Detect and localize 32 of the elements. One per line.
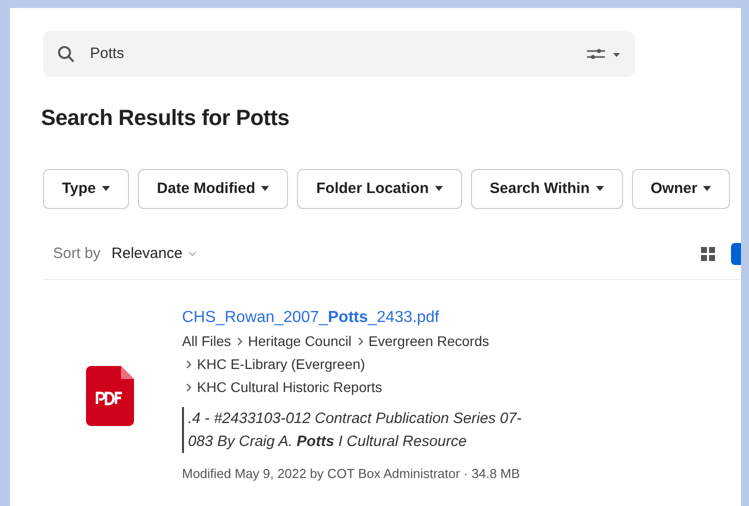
search-input-field[interactable]: Potts [88,42,587,66]
filter-options-icon[interactable] [587,48,621,60]
file-meta: Modified May 9, 2022 by COT Box Administrator · 34.8 MB [182,465,521,483]
sort-dropdown[interactable]: Relevance [112,242,198,266]
breadcrumb-link[interactable]: All Files [182,330,232,353]
search-icon [57,45,75,63]
caret-icon [434,186,443,192]
breadcrumb-link[interactable]: Heritage Council [248,330,352,353]
search-snippet: .4 - #2433103-012 Contract Publication Series 07-083 By Craig A. Potts I Cultural Resource [182,407,527,453]
caret-icon [102,186,110,192]
search-bar[interactable]: Potts [43,31,635,77]
list-view-toggle[interactable] [731,243,741,265]
chevron-icon [186,360,192,369]
filter-dropdown[interactable]: Search Within [470,169,623,209]
chevron-icon [237,337,244,346]
sort-label: Sort by [53,244,101,264]
page-title: Search Results for Potts [41,104,290,132]
chevron-icon [186,383,192,392]
filter-dropdown[interactable]: Date Modified [138,169,288,209]
caret-icon [596,186,604,192]
grid-view-icon[interactable] [701,247,715,261]
caret-icon [703,186,712,192]
breadcrumb-link[interactable]: KHC E-Library (Evergreen) [197,353,366,376]
chevron-down-icon [188,250,198,257]
breadcrumb-link[interactable]: KHC Cultural Historic Reports [197,376,382,399]
filter-dropdown[interactable]: Owner [632,169,730,209]
caret-icon [261,186,270,192]
chevron-icon [358,337,364,346]
filter-dropdown[interactable]: Folder Location [297,169,462,209]
filter-dropdown[interactable]: Type [43,169,129,209]
breadcrumb-link[interactable]: Evergreen Records [368,330,490,353]
file-name-link[interactable]: CHS_Rowan_2007_Potts_2433.pdf [182,309,440,326]
